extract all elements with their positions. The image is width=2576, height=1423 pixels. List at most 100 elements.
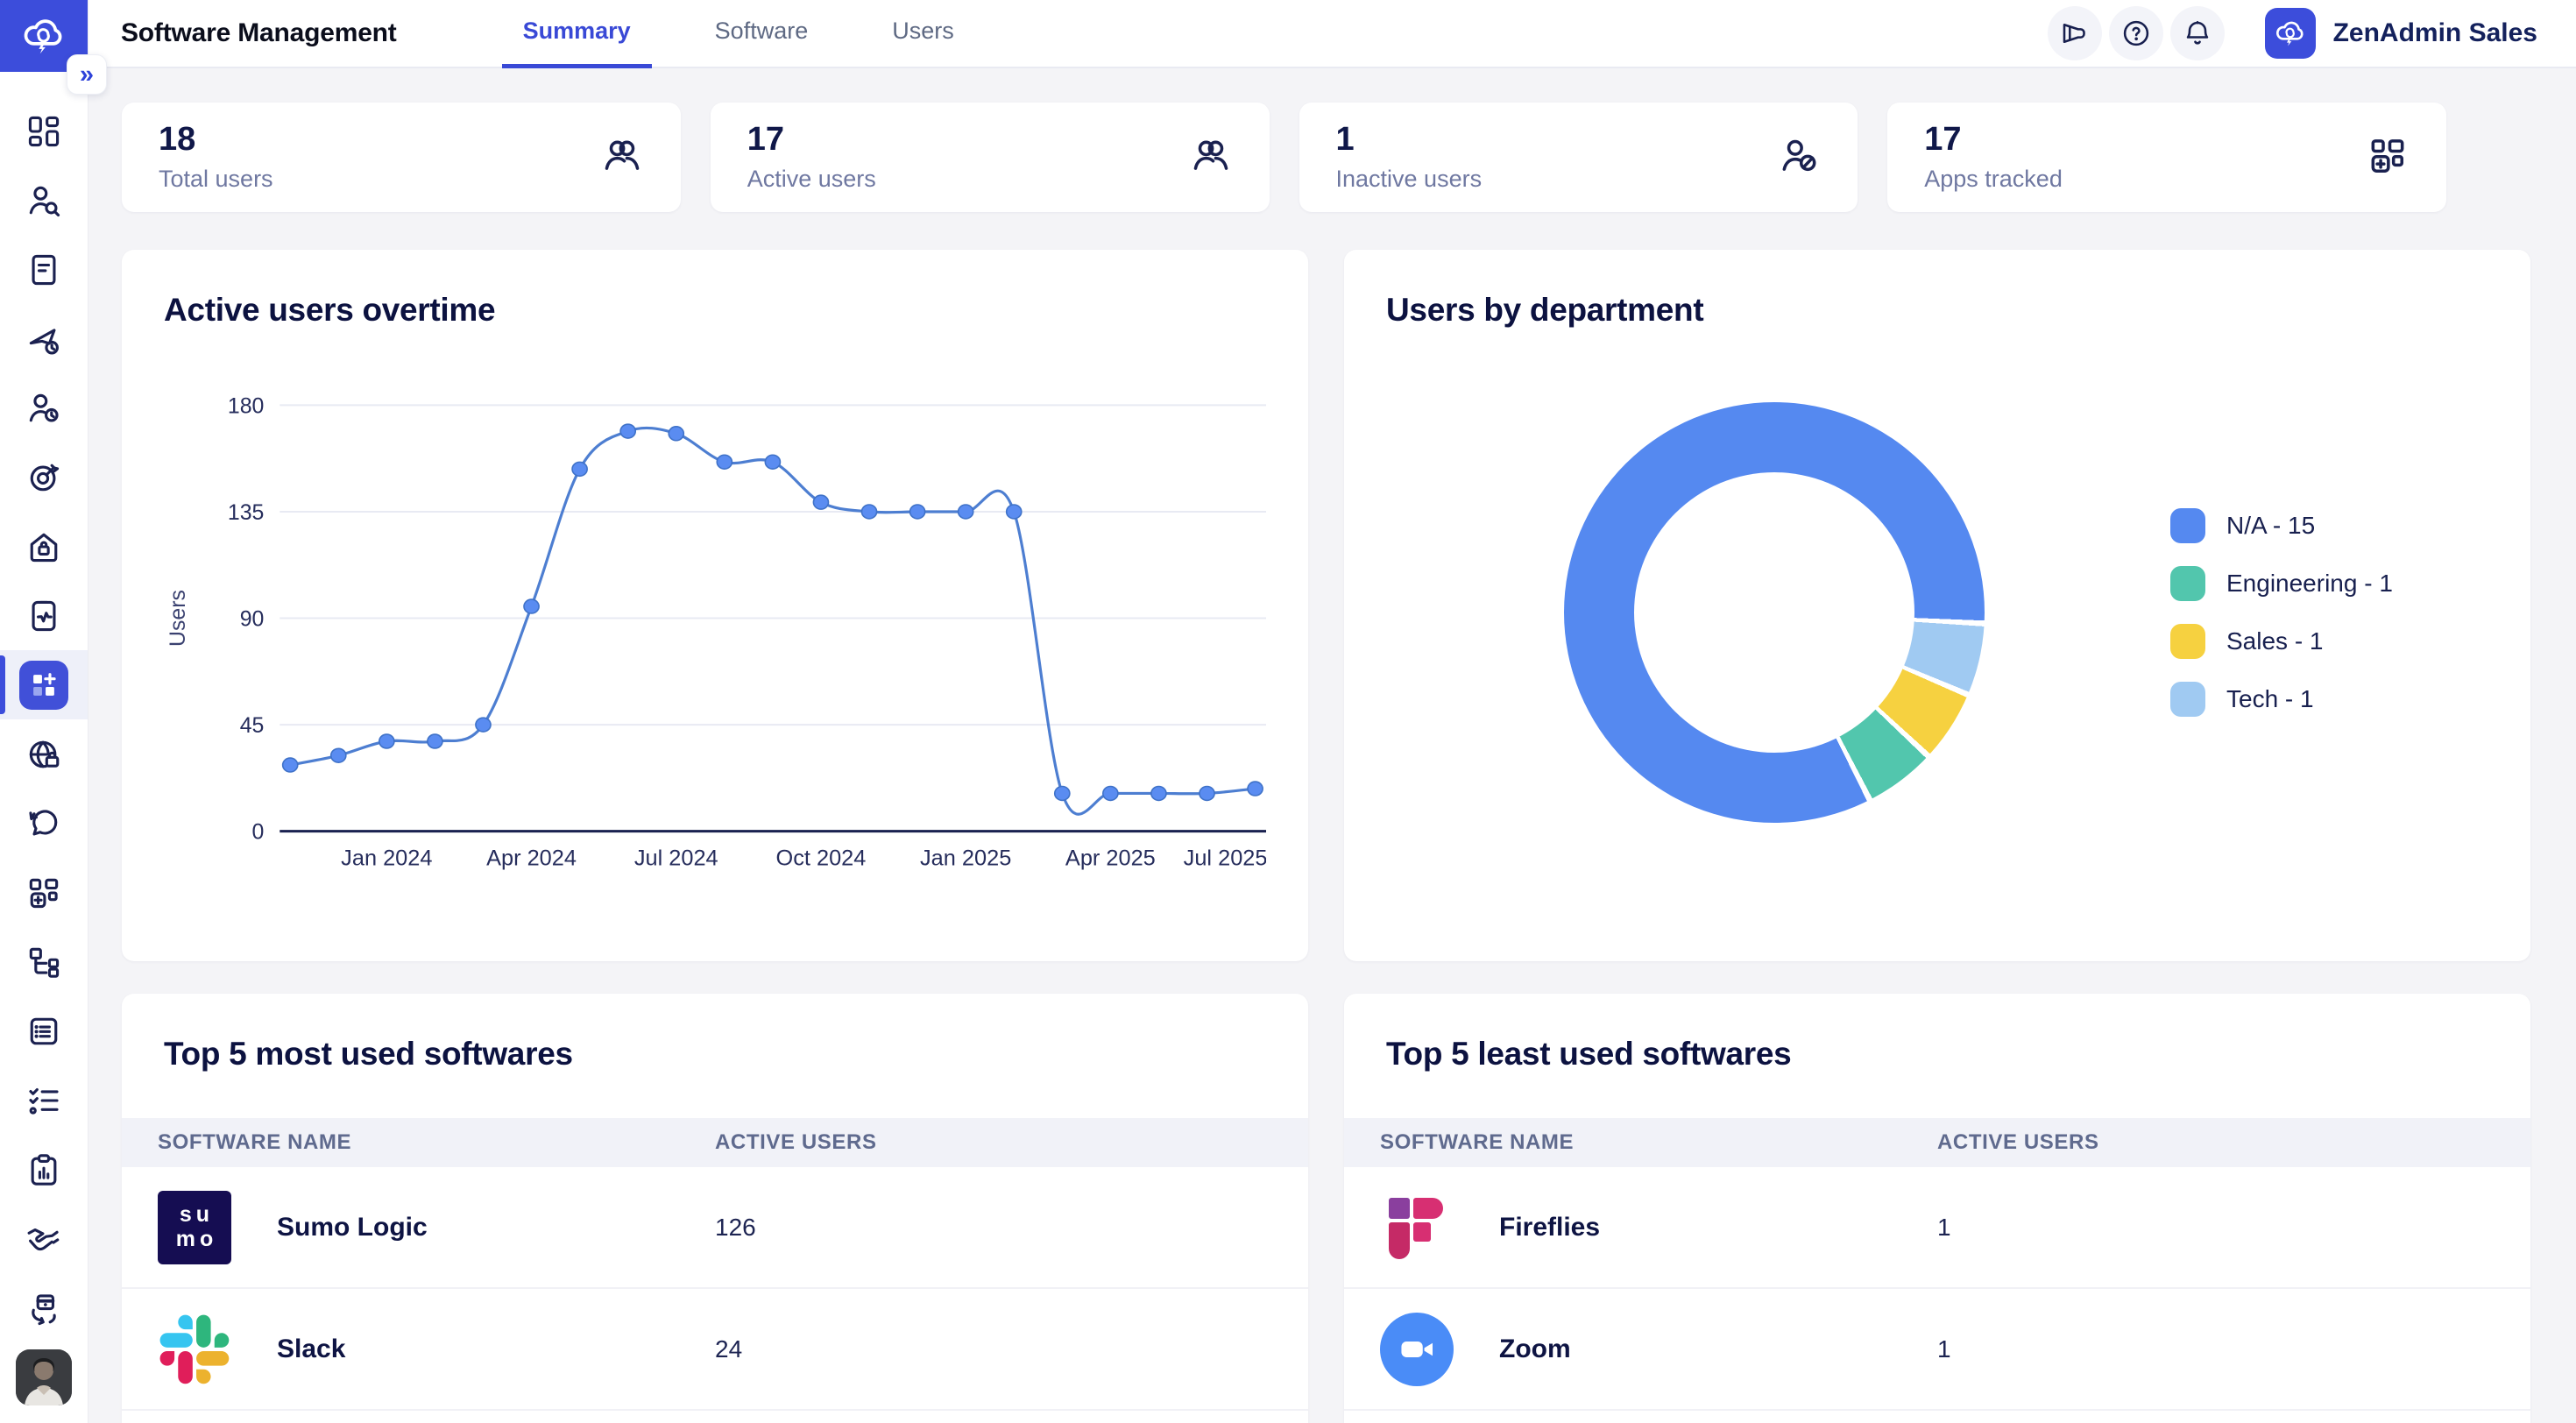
- sidebar-item-device-health[interactable]: [0, 581, 88, 650]
- sidebar-item-app-requests[interactable]: [0, 858, 88, 927]
- sidebar-item-asset-return[interactable]: [0, 1273, 88, 1342]
- legend-label: Engineering - 1: [2226, 570, 2393, 598]
- device-pulse-icon: [25, 597, 63, 635]
- column-header-active-users: ACTIVE USERS: [1937, 1130, 2530, 1155]
- active-users-chart-card: Active users overtime 04590135180UsersJa…: [122, 250, 1308, 961]
- legend-item-sales[interactable]: Sales - 1: [2170, 624, 2393, 659]
- sidebar-item-logs[interactable]: [0, 996, 88, 1065]
- stat-text: 18Total users: [159, 122, 273, 193]
- legend-label: Tech - 1: [2226, 685, 2314, 713]
- stat-label: Apps tracked: [1924, 166, 2063, 193]
- chat-sync-icon: [25, 804, 63, 843]
- announcements-button[interactable]: [2048, 6, 2102, 60]
- sidebar-item-org-chart[interactable]: [0, 927, 88, 996]
- stat-label: Total users: [159, 166, 273, 193]
- stat-value: 1: [1336, 122, 1483, 159]
- help-button[interactable]: [2109, 6, 2163, 60]
- top-bar: Software Management SummarySoftwareUsers: [88, 0, 2576, 68]
- sidebar-item-documents[interactable]: [0, 235, 88, 304]
- software-name: Zoom: [1499, 1335, 1571, 1364]
- sidebar-item-user-search[interactable]: [0, 166, 88, 235]
- legend-item-engineering[interactable]: Engineering - 1: [2170, 566, 2393, 601]
- column-header-active-users: ACTIVE USERS: [715, 1130, 1308, 1155]
- table-title: Top 5 least used softwares: [1386, 1036, 2530, 1073]
- sidebar-item-partners[interactable]: [0, 1204, 88, 1273]
- notification-bell-icon: [2182, 18, 2213, 49]
- workspace-logo: [2265, 8, 2316, 59]
- sumo-logic-logo: sumo: [158, 1191, 231, 1264]
- active-users-value: 1: [1937, 1214, 2530, 1242]
- sidebar-item-goals[interactable]: [0, 442, 88, 512]
- column-header-software-name: SOFTWARE NAME: [1344, 1130, 1937, 1155]
- user-clock-icon: [25, 389, 63, 428]
- stat-card-total-users: 18Total users: [122, 103, 681, 212]
- main-tabs: Summary Software Users: [481, 0, 996, 68]
- active-users-value: 24: [715, 1335, 1308, 1363]
- svg-text:Oct 2024: Oct 2024: [776, 846, 867, 870]
- legend-label: N/A - 15: [2226, 512, 2315, 540]
- checklist-icon: [25, 1081, 63, 1120]
- svg-text:Jul 2025: Jul 2025: [1184, 846, 1266, 870]
- handshake-icon: [25, 1220, 63, 1258]
- user-avatar[interactable]: [16, 1349, 72, 1405]
- users-by-department-donut: [1564, 402, 1985, 823]
- help-icon: [2120, 18, 2152, 49]
- software-name: Sumo Logic: [277, 1213, 428, 1242]
- charts-row: Active users overtime 04590135180UsersJa…: [122, 250, 2530, 961]
- list-box-icon: [25, 1012, 63, 1051]
- sidebar: »: [0, 0, 88, 1423]
- line-chart-title: Active users overtime: [164, 292, 1266, 329]
- legend-label: Sales - 1: [2226, 627, 2324, 655]
- user-search-icon: [25, 181, 63, 220]
- sidebar-item-travel[interactable]: [0, 304, 88, 373]
- user-disabled-icon: [1777, 133, 1821, 181]
- tab-software[interactable]: Software: [694, 0, 830, 68]
- sidebar-expand-button[interactable]: »: [67, 54, 107, 95]
- sidebar-item-tasks[interactable]: [0, 1065, 88, 1135]
- workspace-switcher[interactable]: ZenAdmin Sales: [2265, 8, 2537, 59]
- software-name: Fireflies: [1499, 1213, 1600, 1242]
- sidebar-item-reports[interactable]: [0, 1135, 88, 1204]
- legend-swatch: [2170, 682, 2205, 717]
- table-row-sumo-logic[interactable]: sumoSumo Logic126: [122, 1167, 1308, 1289]
- table-row-slack[interactable]: Slack24: [122, 1289, 1308, 1411]
- sidebar-nav: [0, 96, 88, 1412]
- legend-item-tech[interactable]: Tech - 1: [2170, 682, 2393, 717]
- legend-item-n-a[interactable]: N/A - 15: [2170, 508, 2393, 543]
- stat-label: Inactive users: [1336, 166, 1483, 193]
- sidebar-item-apps[interactable]: [0, 650, 88, 719]
- target-icon: [25, 458, 63, 497]
- document-icon: [25, 251, 63, 289]
- cloud-logo-icon: [19, 11, 68, 60]
- sidebar-item-conversations[interactable]: [0, 789, 88, 858]
- sidebar-item-office-security[interactable]: [0, 512, 88, 581]
- sidebar-item-user-time[interactable]: [0, 373, 88, 442]
- users-by-department-card: Users by department N/A - 15 Engineering …: [1344, 250, 2530, 961]
- stat-card-active-users: 17Active users: [711, 103, 1270, 212]
- home-lock-icon: [25, 527, 63, 566]
- stat-text: 17Active users: [747, 122, 876, 193]
- slack-logo: [158, 1313, 231, 1386]
- sidebar-item-dashboard[interactable]: [0, 96, 88, 166]
- donut-chart-title: Users by department: [1386, 292, 2488, 329]
- stat-card-inactive-users: 1 Inactive users: [1299, 103, 1858, 212]
- most-used-softwares-card: Top 5 most used softwaresSOFTWARE NAMEAC…: [122, 994, 1308, 1423]
- legend-swatch: [2170, 508, 2205, 543]
- table-header-row: SOFTWARE NAMEACTIVE USERS: [1344, 1118, 2530, 1167]
- stat-text: 1 Inactive users: [1336, 122, 1483, 193]
- svg-text:45: 45: [240, 713, 265, 738]
- workspace-name: ZenAdmin Sales: [2333, 18, 2537, 48]
- zoom-logo: [1380, 1313, 1454, 1386]
- cloud-logo-icon: [2273, 16, 2308, 51]
- package-sync-icon: [25, 1289, 63, 1327]
- apps-active-icon: [27, 669, 60, 702]
- users-icon: [600, 133, 644, 181]
- notifications-button[interactable]: [2170, 6, 2225, 60]
- sidebar-item-web-access[interactable]: [0, 719, 88, 789]
- table-row-zoom[interactable]: Zoom1: [1344, 1289, 2530, 1411]
- tab-users[interactable]: Users: [871, 0, 975, 68]
- sidebar-user-avatar[interactable]: [0, 1342, 88, 1412]
- tab-summary[interactable]: Summary: [502, 0, 652, 68]
- stat-text: 17Apps tracked: [1924, 122, 2063, 193]
- table-row-fireflies[interactable]: Fireflies 1: [1344, 1167, 2530, 1289]
